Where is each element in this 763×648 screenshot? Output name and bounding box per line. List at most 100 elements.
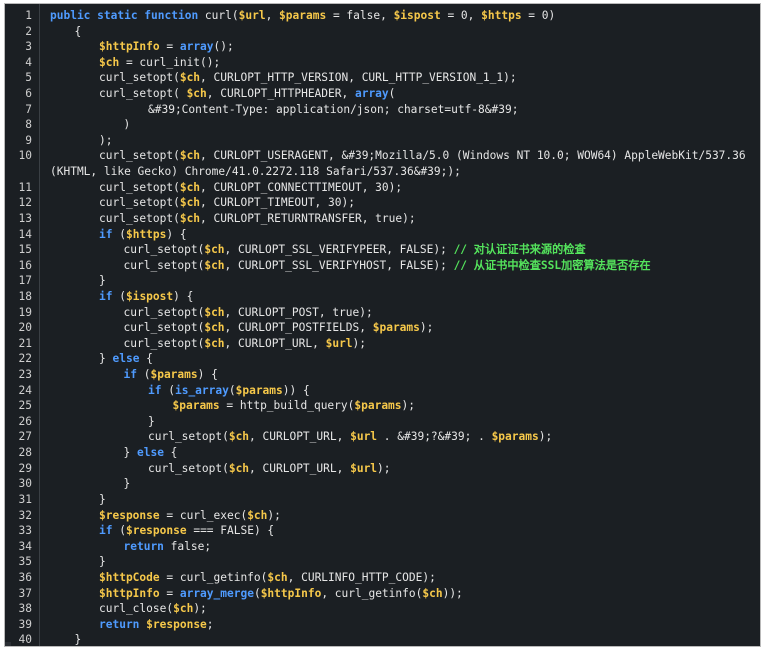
line-number: 4 bbox=[25, 55, 32, 69]
code-token: $params bbox=[279, 9, 327, 22]
line-number: 37 bbox=[18, 586, 32, 600]
code-text: curl_setopt($ch, CURLOPT_POSTFIELDS, $pa… bbox=[124, 320, 434, 336]
line-number: 14 bbox=[18, 227, 32, 241]
code-line: 5 curl_setopt($ch, CURLOPT_HTTP_VERSION, … bbox=[5, 70, 760, 86]
code-token: } bbox=[99, 555, 106, 569]
line-number: 21 bbox=[18, 336, 32, 350]
code-token: public static function bbox=[50, 9, 205, 22]
line-number: 15 bbox=[18, 243, 32, 257]
code-token: $ch bbox=[204, 258, 225, 272]
code-token: $ch bbox=[173, 602, 194, 616]
code-token: = curl_init(); bbox=[119, 55, 221, 69]
line-number: 26 bbox=[18, 414, 32, 428]
code-token: $ch bbox=[179, 211, 201, 225]
code-line: 4 $ch = curl_init(); bbox=[5, 55, 760, 71]
code-line: 37 $httpInfo = array_merge($httpInfo, cur… bbox=[5, 586, 760, 602]
code-token: } bbox=[148, 414, 155, 428]
code-token: } bbox=[123, 446, 137, 460]
code-comment: // 对认证证书来源的检查 bbox=[453, 243, 586, 257]
code-token: $params bbox=[354, 399, 402, 413]
code-text: curl_setopt($ch, CURLOPT_HTTP_VERSION, C… bbox=[99, 70, 517, 86]
code-token: ) bbox=[123, 118, 131, 132]
code-token: ); bbox=[193, 602, 207, 616]
line-number: 18 bbox=[18, 289, 32, 303]
code-token: $url bbox=[350, 461, 378, 475]
line-number: 35 bbox=[18, 555, 32, 569]
code-lines[interactable]: 1 public static function curl($url, $para… bbox=[5, 8, 760, 646]
code-token: ); bbox=[377, 461, 391, 475]
code-token: ( bbox=[112, 524, 126, 538]
code-text: curl_setopt($ch, CURLOPT_CONNECTTIMEOUT,… bbox=[99, 180, 402, 196]
line-number: 12 bbox=[18, 196, 32, 210]
code-token: , CURLOPT_HTTPHEADER, bbox=[206, 87, 355, 101]
line-number: 3 bbox=[25, 40, 32, 54]
line-number: 29 bbox=[18, 461, 32, 475]
code-token: if bbox=[148, 383, 162, 397]
code-token: curl_setopt( bbox=[148, 461, 229, 475]
code-token: $response bbox=[99, 508, 160, 522]
code-token: $httpCode bbox=[99, 570, 160, 584]
code-token: ) { bbox=[197, 368, 218, 382]
code-token: $url bbox=[238, 9, 266, 22]
code-token: ( bbox=[161, 383, 175, 397]
code-text: { bbox=[75, 24, 82, 40]
code-token: ); bbox=[352, 336, 367, 350]
line-number: 22 bbox=[18, 352, 32, 366]
code-token: $ch bbox=[99, 55, 120, 69]
code-token: array bbox=[179, 40, 214, 54]
code-line: 1 public static function curl($url, $para… bbox=[5, 8, 760, 24]
code-token: ); bbox=[538, 430, 553, 444]
code-line: 3 $httpInfo = array(); bbox=[5, 39, 760, 55]
code-token: , CURLOPT_POSTFIELDS, bbox=[224, 321, 373, 335]
code-line: 15 curl_setopt($ch, CURLOPT_SSL_VERIFYPEE… bbox=[5, 242, 760, 258]
code-text: curl_setopt($ch, CURLOPT_URL, $url); bbox=[148, 461, 391, 477]
code-token: if bbox=[99, 227, 113, 241]
code-line: 16 curl_setopt($ch, CURLOPT_SSL_VERIFYHOS… bbox=[5, 258, 760, 274]
code-text: if ($ispost) { bbox=[99, 289, 193, 305]
code-text: $ch = curl_init(); bbox=[99, 55, 220, 71]
code-token: curl( bbox=[204, 9, 239, 22]
code-token: curl_setopt( bbox=[123, 321, 205, 335]
code-token: , CURLOPT_HTTP_VERSION, CURL_HTTP_VERSIO… bbox=[200, 71, 517, 85]
code-block: 1 public static function curl($url, $para… bbox=[4, 3, 761, 647]
code-token: , CURLINFO_HTTP_CODE); bbox=[287, 570, 436, 584]
line-number: 5 bbox=[25, 71, 32, 85]
code-token: = curl_getinfo( bbox=[159, 570, 268, 584]
code-token: )); bbox=[442, 586, 463, 600]
code-token: $ch bbox=[186, 87, 207, 101]
code-line: 40} bbox=[5, 632, 760, 646]
code-text: if (is_array($params)) { bbox=[148, 383, 310, 399]
line-number: 25 bbox=[18, 399, 32, 413]
line-number: 38 bbox=[18, 602, 32, 616]
code-line: 6 curl_setopt( $ch, CURLOPT_HTTPHEADER, a… bbox=[5, 86, 760, 102]
code-token: { bbox=[163, 446, 178, 460]
code-token: array_merge bbox=[179, 586, 254, 600]
code-text: return $response; bbox=[99, 617, 214, 633]
code-text: } bbox=[75, 632, 82, 646]
code-line: 24 if (is_array($params)) { bbox=[5, 383, 760, 399]
code-token: if bbox=[123, 368, 137, 382]
code-token: )) { bbox=[282, 383, 310, 397]
code-token: if bbox=[99, 524, 113, 538]
code-token: $ch bbox=[204, 305, 225, 319]
code-line: 29 curl_setopt($ch, CURLOPT_URL, $url); bbox=[5, 461, 760, 477]
code-line: 25 $params = http_build_query($params); bbox=[5, 398, 760, 414]
line-number: 20 bbox=[18, 321, 32, 335]
code-token: , CURLOPT_TIMEOUT, 30); bbox=[200, 196, 355, 210]
code-text: } else { bbox=[99, 351, 153, 367]
line-number: 1 bbox=[25, 9, 32, 22]
code-text: if ($https) { bbox=[99, 227, 187, 243]
code-token: $ch bbox=[247, 508, 268, 522]
code-line: 10 curl_setopt($ch, CURLOPT_USERAGENT, &#… bbox=[5, 148, 760, 179]
line-number: 39 bbox=[18, 617, 32, 631]
line-number: 16 bbox=[18, 258, 32, 272]
code-token: curl_setopt( bbox=[99, 211, 180, 225]
code-line: 12 curl_setopt($ch, CURLOPT_TIMEOUT, 30); bbox=[5, 195, 760, 211]
code-token: ); bbox=[99, 133, 113, 147]
code-token: ); bbox=[267, 508, 281, 522]
code-token: $ch bbox=[204, 321, 225, 335]
code-token: curl_setopt( bbox=[123, 336, 205, 350]
code-line: 35} bbox=[5, 554, 760, 570]
code-token: = false, bbox=[326, 9, 394, 22]
line-number: 32 bbox=[18, 508, 32, 522]
